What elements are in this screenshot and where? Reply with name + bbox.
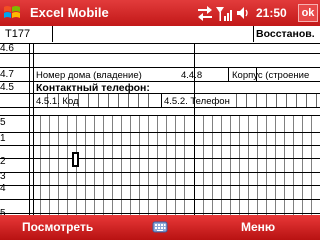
view-softkey[interactable]: Посмотреть — [22, 220, 93, 234]
row-header: 5 — [0, 208, 6, 215]
cell-phone-code-label[interactable]: 4.5.1. Код — [36, 96, 79, 107]
row-header: 4.5 — [0, 82, 14, 93]
cell-house-number-label[interactable]: Номер дома (владение) — [36, 70, 142, 81]
grid-lines — [0, 43, 320, 215]
app-title: Excel Mobile — [30, 5, 109, 20]
signal-strength-icon — [216, 7, 232, 21]
volume-icon — [237, 7, 248, 19]
row-header: 4.7 — [0, 69, 14, 80]
row-header: 5 — [0, 117, 6, 128]
restore-button[interactable]: Восстанов. — [255, 26, 320, 42]
menu-softkey[interactable]: Меню — [241, 220, 275, 234]
cell-phone-number-label[interactable]: 4.5.2. Телефон — [164, 96, 230, 107]
row-header: 4 — [0, 183, 6, 194]
formula-input[interactable] — [55, 26, 254, 42]
windows-start-icon[interactable] — [2, 3, 22, 23]
cell-reference-box[interactable]: T177 — [0, 26, 53, 42]
status-icons[interactable] — [197, 4, 253, 22]
selected-cell-cursor — [72, 152, 79, 167]
formula-bar: T177 Восстанов. — [0, 26, 320, 44]
ok-button[interactable]: ok — [298, 4, 318, 22]
softkey-bar: Посмотреть Меню — [0, 215, 320, 240]
cell-building-label[interactable]: Корпус (строение — [232, 70, 309, 81]
spreadsheet-grid[interactable]: 4.6 4.7 4.5 5 1 2 3 4 5 Номер дома (влад… — [0, 43, 320, 215]
row-header: 3 — [0, 171, 6, 182]
sync-arrows-icon — [198, 6, 212, 21]
row-header: 1 — [0, 133, 6, 144]
clock: 21:50 — [256, 6, 287, 20]
cell-code-448[interactable]: 4.4.8 — [181, 70, 202, 81]
row-header: 2 — [0, 156, 6, 167]
keyboard-icon[interactable] — [152, 219, 168, 235]
row-header: 4.6 — [0, 43, 14, 54]
cell-contact-phone-heading[interactable]: Контактный телефон: — [36, 82, 150, 94]
title-bar: Excel Mobile 21:50 ok — [0, 0, 320, 26]
